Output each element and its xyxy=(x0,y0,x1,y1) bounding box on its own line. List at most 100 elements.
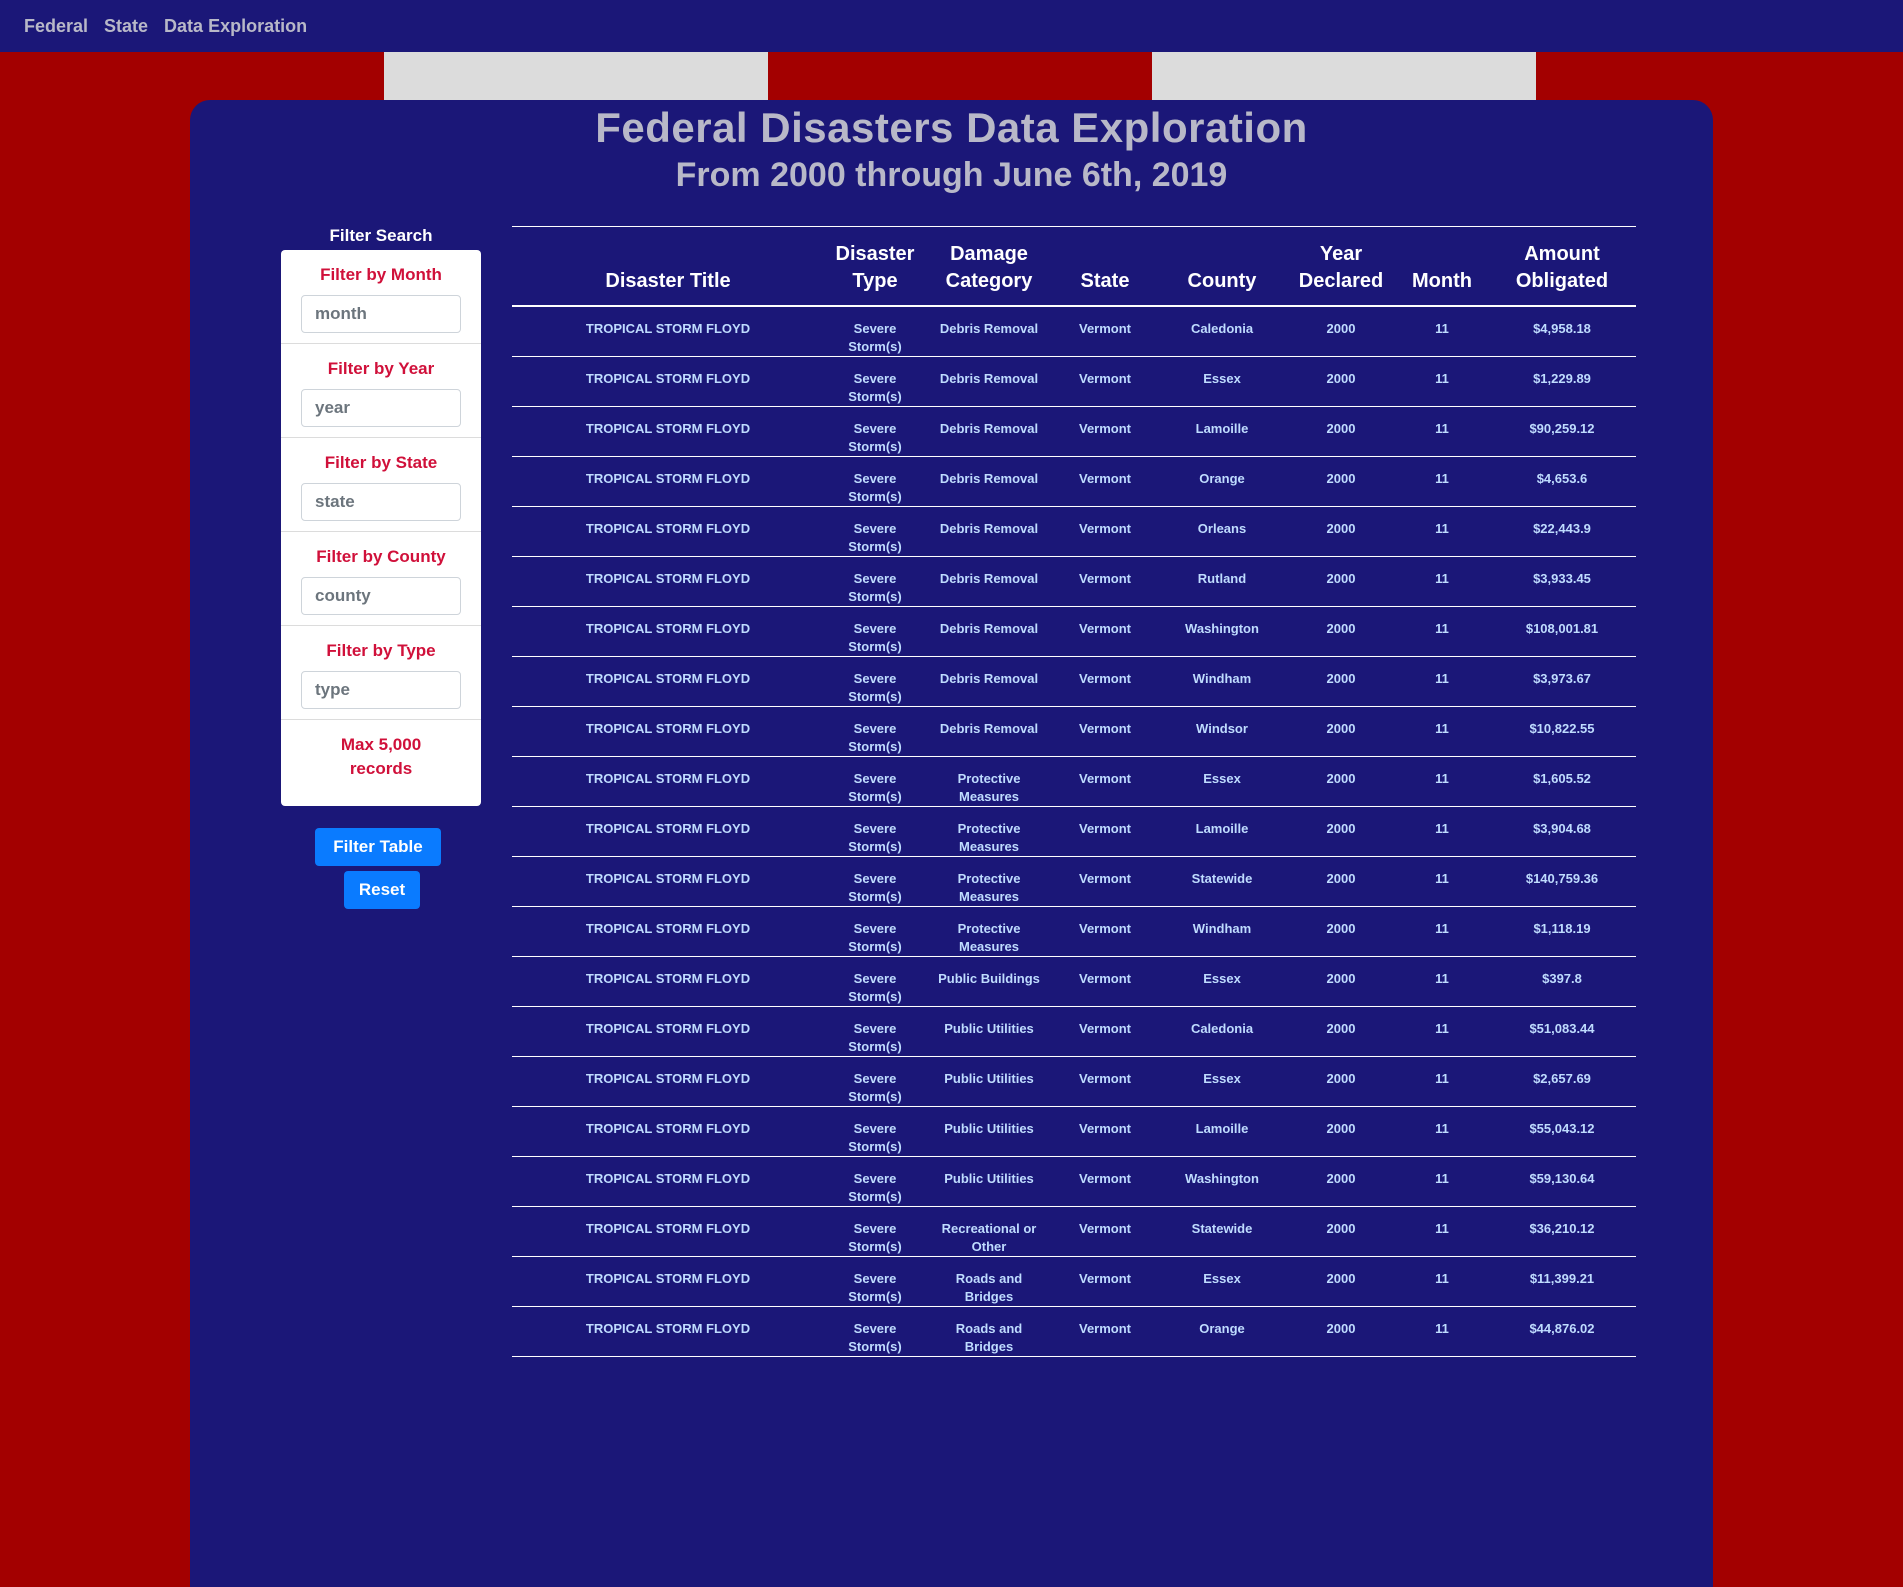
table-row: TROPICAL STORM FLOYD Severe Storm(s) Prote… xyxy=(512,806,1636,857)
reset-button[interactable]: Reset xyxy=(344,871,420,909)
disaster-type-cell: Severe Storm(s) xyxy=(824,1156,926,1207)
month-cell: 11 xyxy=(1396,1006,1488,1057)
damage-category-cell: Roads and Bridges xyxy=(926,1306,1052,1357)
amount-obligated-cell: $3,904.68 xyxy=(1488,806,1636,857)
disaster-title-cell: TROPICAL STORM FLOYD xyxy=(512,1106,824,1157)
disaster-title-cell: TROPICAL STORM FLOYD xyxy=(512,856,824,907)
county-input[interactable] xyxy=(301,577,461,615)
disaster-type-cell: Severe Storm(s) xyxy=(824,456,926,507)
amount-obligated-cell: $2,657.69 xyxy=(1488,1056,1636,1107)
column-header[interactable]: State xyxy=(1052,226,1158,307)
county-cell: Essex xyxy=(1158,356,1286,407)
damage-category-cell: Debris Removal xyxy=(926,656,1052,707)
amount-obligated-cell: $1,229.89 xyxy=(1488,356,1636,407)
month-cell: 11 xyxy=(1396,756,1488,807)
type-input[interactable] xyxy=(301,671,461,709)
column-header[interactable]: Disaster Type xyxy=(824,226,926,307)
disaster-title-cell: TROPICAL STORM FLOYD xyxy=(512,1056,824,1107)
disaster-type-cell: Severe Storm(s) xyxy=(824,356,926,407)
filter-table-button[interactable]: Filter Table xyxy=(315,828,441,866)
disaster-type-cell: Severe Storm(s) xyxy=(824,656,926,707)
table-row: TROPICAL STORM FLOYD Severe Storm(s) Publi… xyxy=(512,1106,1636,1157)
amount-obligated-cell: $55,043.12 xyxy=(1488,1106,1636,1157)
nav-link-state[interactable]: State xyxy=(104,16,148,37)
disaster-type-cell: Severe Storm(s) xyxy=(824,706,926,757)
disaster-type-cell: Severe Storm(s) xyxy=(824,956,926,1007)
filter-panel: Filter by Month Filter by Year Filter by… xyxy=(281,250,481,806)
damage-category-cell: Protective Measures xyxy=(926,806,1052,857)
column-header[interactable]: Amount Obligated xyxy=(1488,226,1636,307)
decorative-stripe xyxy=(384,52,768,100)
column-header[interactable]: Month xyxy=(1396,226,1488,307)
amount-obligated-cell: $108,001.81 xyxy=(1488,606,1636,657)
month-cell: 11 xyxy=(1396,656,1488,707)
county-cell: Essex xyxy=(1158,956,1286,1007)
county-cell: Rutland xyxy=(1158,556,1286,607)
year-declared-cell: 2000 xyxy=(1286,806,1396,857)
county-cell: Windsor xyxy=(1158,706,1286,757)
disaster-type-cell: Severe Storm(s) xyxy=(824,506,926,557)
table-row: TROPICAL STORM FLOYD Severe Storm(s) Prote… xyxy=(512,756,1636,807)
column-header[interactable]: Damage Category xyxy=(926,226,1052,307)
state-cell: Vermont xyxy=(1052,706,1158,757)
disaster-type-cell: Severe Storm(s) xyxy=(824,856,926,907)
table-body: TROPICAL STORM FLOYD Severe Storm(s) Debri… xyxy=(512,306,1636,1357)
county-cell: Orange xyxy=(1158,1306,1286,1357)
state-cell: Vermont xyxy=(1052,456,1158,507)
state-cell: Vermont xyxy=(1052,1256,1158,1307)
damage-category-cell: Debris Removal xyxy=(926,356,1052,407)
state-cell: Vermont xyxy=(1052,1306,1158,1357)
disaster-title-cell: TROPICAL STORM FLOYD xyxy=(512,556,824,607)
column-header[interactable]: Year Declared xyxy=(1286,226,1396,307)
damage-category-cell: Public Buildings xyxy=(926,956,1052,1007)
disaster-title-cell: TROPICAL STORM FLOYD xyxy=(512,1156,824,1207)
month-cell: 11 xyxy=(1396,506,1488,557)
county-cell: Statewide xyxy=(1158,856,1286,907)
month-cell: 11 xyxy=(1396,306,1488,357)
column-header[interactable]: County xyxy=(1158,226,1286,307)
max-records-note: Max 5,000 records xyxy=(340,735,422,778)
damage-category-cell: Public Utilities xyxy=(926,1056,1052,1107)
county-cell: Windham xyxy=(1158,656,1286,707)
damage-category-cell: Debris Removal xyxy=(926,406,1052,457)
year-declared-cell: 2000 xyxy=(1286,506,1396,557)
year-input[interactable] xyxy=(301,389,461,427)
county-cell: Windham xyxy=(1158,906,1286,957)
column-header[interactable]: Disaster Title xyxy=(512,226,824,307)
state-cell: Vermont xyxy=(1052,1056,1158,1107)
amount-obligated-cell: $1,605.52 xyxy=(1488,756,1636,807)
state-input[interactable] xyxy=(301,483,461,521)
state-cell: Vermont xyxy=(1052,656,1158,707)
year-declared-cell: 2000 xyxy=(1286,306,1396,357)
amount-obligated-cell: $3,973.67 xyxy=(1488,656,1636,707)
month-input[interactable] xyxy=(301,295,461,333)
state-cell: Vermont xyxy=(1052,406,1158,457)
year-declared-cell: 2000 xyxy=(1286,656,1396,707)
nav-link-data-exploration[interactable]: Data Exploration xyxy=(164,16,307,37)
filter-group-year: Filter by Year xyxy=(281,344,481,438)
month-cell: 11 xyxy=(1396,1306,1488,1357)
table-row: TROPICAL STORM FLOYD Severe Storm(s) Publi… xyxy=(512,1156,1636,1207)
disaster-type-cell: Severe Storm(s) xyxy=(824,1206,926,1257)
month-cell: 11 xyxy=(1396,906,1488,957)
amount-obligated-cell: $4,958.18 xyxy=(1488,306,1636,357)
amount-obligated-cell: $51,083.44 xyxy=(1488,1006,1636,1057)
nav-link-federal[interactable]: Federal xyxy=(24,16,88,37)
disaster-type-cell: Severe Storm(s) xyxy=(824,806,926,857)
amount-obligated-cell: $10,822.55 xyxy=(1488,706,1636,757)
month-cell: 11 xyxy=(1396,1256,1488,1307)
county-cell: Orleans xyxy=(1158,506,1286,557)
table-row: TROPICAL STORM FLOYD Severe Storm(s) Debri… xyxy=(512,606,1636,657)
county-cell: Essex xyxy=(1158,1056,1286,1107)
year-declared-cell: 2000 xyxy=(1286,406,1396,457)
state-cell: Vermont xyxy=(1052,306,1158,357)
amount-obligated-cell: $397.8 xyxy=(1488,956,1636,1007)
year-declared-cell: 2000 xyxy=(1286,556,1396,607)
disaster-title-cell: TROPICAL STORM FLOYD xyxy=(512,756,824,807)
filter-group-state: Filter by State xyxy=(281,438,481,532)
filter-county-label: Filter by County xyxy=(316,547,446,566)
table-row: TROPICAL STORM FLOYD Severe Storm(s) Debri… xyxy=(512,556,1636,607)
county-cell: Lamoille xyxy=(1158,1106,1286,1157)
disaster-title-cell: TROPICAL STORM FLOYD xyxy=(512,1306,824,1357)
state-cell: Vermont xyxy=(1052,606,1158,657)
